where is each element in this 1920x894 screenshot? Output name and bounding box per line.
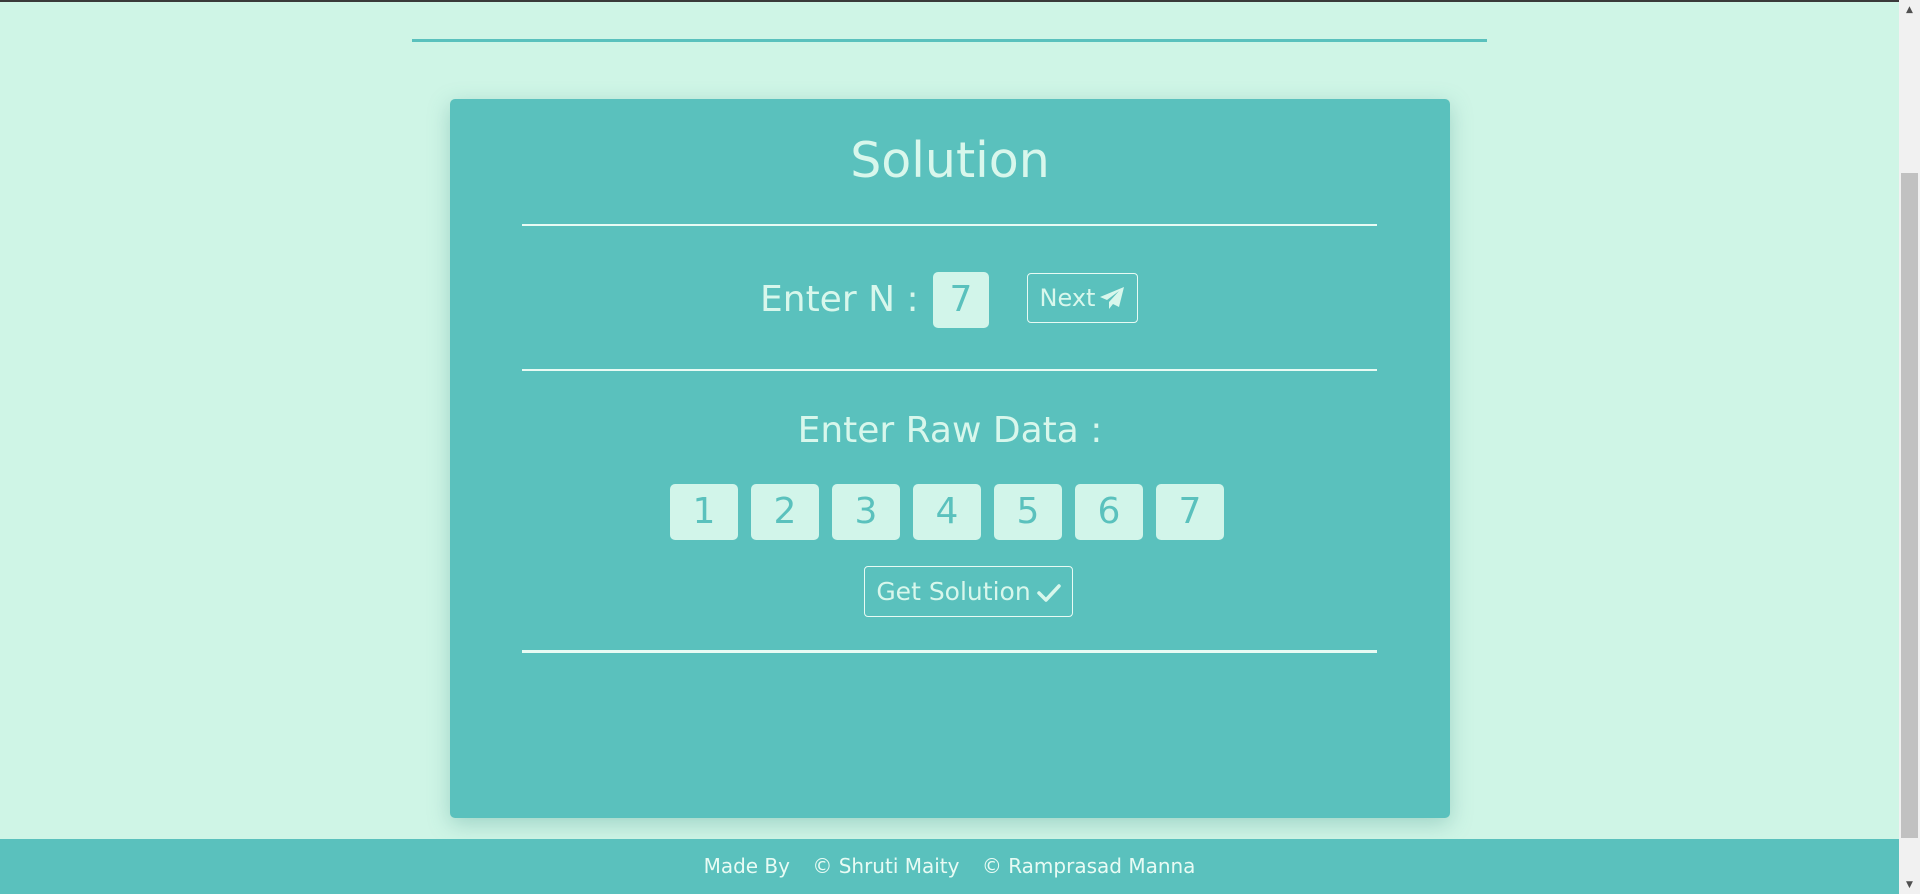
solution-card: Solution Enter N : 7 Next Enter Raw Data… (450, 99, 1450, 818)
get-solution-label: Get Solution (876, 577, 1031, 606)
check-icon (1031, 577, 1061, 606)
divider (522, 224, 1377, 226)
vertical-scrollbar[interactable]: ▲ ▼ (1899, 0, 1920, 894)
paper-plane-icon (1095, 284, 1125, 312)
raw-data-input-6[interactable]: 6 (1075, 484, 1143, 540)
n-input-row: Enter N : 7 Next (450, 272, 1450, 328)
footer: Made By © Shruti Maity © Ramprasad Manna (0, 839, 1899, 894)
raw-data-label: Enter Raw Data : (797, 410, 1103, 451)
scroll-down-arrow-icon[interactable]: ▼ (1899, 877, 1920, 894)
divider (522, 369, 1377, 371)
page: Solution Enter N : 7 Next Enter Raw Data… (0, 0, 1899, 894)
raw-data-input-5[interactable]: 5 (994, 484, 1062, 540)
card-title: Solution (850, 132, 1050, 189)
raw-data-input-7[interactable]: 7 (1156, 484, 1224, 540)
scroll-up-arrow-icon[interactable]: ▲ (1899, 2, 1920, 19)
header-divider (412, 39, 1487, 42)
get-solution-button[interactable]: Get Solution (864, 566, 1073, 617)
next-button-label: Next (1039, 284, 1096, 312)
raw-data-input-4[interactable]: 4 (913, 484, 981, 540)
footer-author-2: © Ramprasad Manna (981, 854, 1196, 878)
footer-author-1: © Shruti Maity (812, 854, 960, 878)
next-button[interactable]: Next (1027, 273, 1138, 323)
n-input[interactable]: 7 (933, 272, 989, 328)
raw-data-input-1[interactable]: 1 (670, 484, 738, 540)
scrollbar-thumb[interactable] (1901, 173, 1918, 838)
raw-data-input-2[interactable]: 2 (751, 484, 819, 540)
footer-made-by: Made By (703, 854, 790, 878)
n-label: Enter N : (760, 279, 919, 320)
raw-data-input-3[interactable]: 3 (832, 484, 900, 540)
result-divider (522, 650, 1377, 653)
